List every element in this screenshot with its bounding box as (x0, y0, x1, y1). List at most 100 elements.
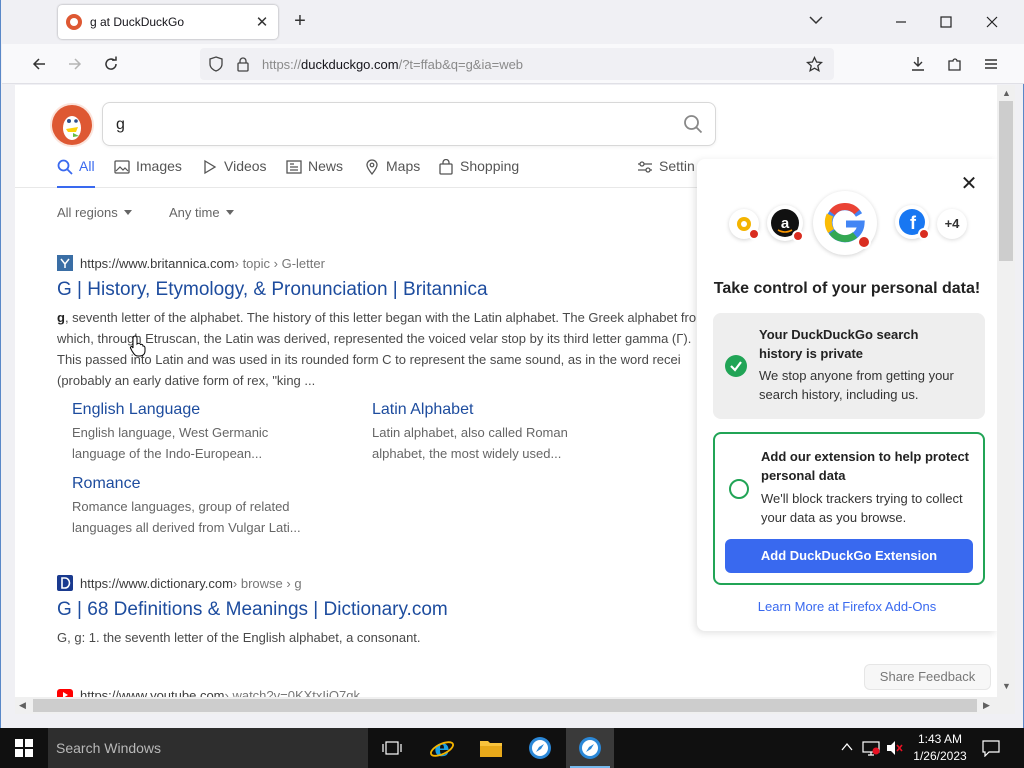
result-snippet: G, g: 1. the seventh letter of the Engli… (57, 630, 421, 645)
system-clock[interactable]: 1:43 AM 1/26/2023 (908, 731, 972, 765)
network-icon[interactable] (862, 740, 880, 756)
sublink: English Language English language, West … (72, 401, 322, 464)
search-box[interactable]: g (102, 102, 716, 146)
result-title-link[interactable]: G | History, Etymology, & Pronunciation … (57, 279, 707, 301)
chevron-up-icon[interactable] (840, 740, 854, 754)
firefox-app[interactable] (566, 728, 614, 768)
time-filter[interactable]: Any time (169, 205, 234, 220)
amazon-icon: a (767, 205, 804, 242)
task-view-button[interactable] (368, 728, 416, 768)
share-feedback-button[interactable]: Share Feedback (864, 664, 991, 690)
window-close-button[interactable] (978, 8, 1006, 36)
duckduckgo-logo[interactable] (52, 105, 92, 145)
result-path: › browse › g (232, 575, 302, 591)
search-input[interactable]: g (116, 116, 125, 134)
downloads-button[interactable] (907, 53, 929, 75)
tab-close-button[interactable]: ✕ (254, 13, 270, 31)
notifications-icon[interactable] (982, 739, 1000, 757)
back-arrow-icon (32, 58, 45, 70)
result-snippet: g, seventh letter of the alphabet. The h… (57, 307, 707, 391)
url-text[interactable]: https://duckduckgo.com/?t=ffab&q=g&ia=we… (262, 57, 523, 72)
new-tab-button[interactable]: + (289, 10, 311, 32)
sublink: Latin Alphabet Latin alphabet, also call… (372, 401, 622, 464)
tab-strip: g at DuckDuckGo ✕ + (1, 0, 1024, 44)
tab-shopping[interactable]: Shopping (438, 158, 519, 188)
vertical-scrollbar[interactable]: ▲ ▼ (997, 85, 1015, 697)
result-url: https://www.britannica.com (80, 255, 235, 271)
back-button[interactable] (28, 53, 50, 75)
search-result: https://www.britannica.com › topic › G-l… (57, 255, 707, 391)
tab-videos[interactable]: Videos (202, 158, 267, 188)
result-source[interactable]: https://www.youtube.com › watch?v=0KXtxI… (57, 687, 707, 697)
lock-icon[interactable] (236, 56, 250, 72)
scroll-left-icon[interactable]: ◀ (19, 700, 26, 711)
hamburger-menu-icon (985, 59, 997, 69)
search-result: https://www.dictionary.com › browse › g … (57, 575, 707, 648)
region-filter[interactable]: All regions (57, 205, 132, 220)
result-title-link[interactable]: G | 68 Definitions & Meanings | Dictiona… (57, 599, 707, 621)
sublink-title[interactable]: Latin Alphabet (372, 401, 622, 419)
file-explorer-app[interactable] (467, 728, 515, 768)
start-button[interactable] (0, 728, 48, 768)
add-extension-card: Add our extension to help protect person… (713, 432, 985, 585)
address-bar[interactable]: https://duckduckgo.com/?t=ffab&q=g&ia=we… (200, 48, 834, 80)
download-icon (912, 57, 924, 71)
result-source[interactable]: https://www.dictionary.com › browse › g (57, 575, 707, 591)
tab-images-label: Images (136, 158, 182, 174)
britannica-favicon-icon (57, 255, 73, 271)
tab-images[interactable]: Images (114, 158, 182, 188)
blocked-badge-icon (748, 228, 760, 240)
card-body: We'll block trackers trying to collect y… (761, 491, 963, 525)
speaker-muted-icon[interactable] (886, 740, 904, 756)
chevron-down-icon (123, 210, 132, 215)
sublink-title[interactable]: English Language (72, 401, 322, 419)
time-filter-label: Any time (169, 205, 220, 220)
compass-icon (529, 737, 551, 759)
sublink-desc: English language, West Germanic language… (72, 425, 269, 461)
youtube-favicon-icon (57, 689, 73, 697)
browser-tab[interactable]: g at DuckDuckGo ✕ (58, 5, 278, 39)
result-source[interactable]: https://www.britannica.com › topic › G-l… (57, 255, 707, 271)
browser-app[interactable] (516, 728, 564, 768)
tab-news[interactable]: News (286, 158, 343, 188)
popup-close-button[interactable]: ✕ (959, 171, 979, 196)
settings-button[interactable]: Settin (637, 158, 695, 188)
app-menu-button[interactable] (980, 53, 1002, 75)
horizontal-scroll-thumb[interactable] (33, 699, 977, 712)
learn-more-link[interactable]: Learn More at Firefox Add-Ons (697, 599, 997, 614)
add-extension-button[interactable]: Add DuckDuckGo Extension (725, 539, 973, 573)
scroll-right-icon[interactable]: ▶ (983, 700, 990, 711)
shield-icon[interactable] (208, 56, 224, 72)
taskbar-search-box[interactable]: Search Windows (48, 728, 368, 768)
sublink-title[interactable]: Romance (72, 475, 322, 493)
tab-maps[interactable]: Maps (364, 158, 420, 188)
compass-icon (579, 737, 601, 759)
play-icon (204, 159, 217, 175)
scrollbar-corner (997, 697, 1015, 714)
tab-videos-label: Videos (224, 158, 267, 174)
minimize-button[interactable] (887, 8, 915, 36)
windows-taskbar: Search Windows e 1:43 AM 1/26/2023 (0, 728, 1024, 768)
vertical-scroll-thumb[interactable] (999, 101, 1013, 261)
card-title: Add our extension to help protect person… (761, 449, 970, 483)
horizontal-scrollbar[interactable]: ◀ ▶ (15, 697, 997, 714)
scroll-up-icon[interactable]: ▲ (1002, 88, 1011, 98)
tab-news-label: News (308, 158, 344, 174)
result-url: https://www.youtube.com (80, 687, 225, 698)
tracker-brand-yellow-icon (729, 209, 760, 240)
tab-all[interactable]: All (57, 158, 95, 188)
extensions-button[interactable] (944, 53, 966, 75)
reload-button[interactable] (100, 53, 122, 75)
list-all-tabs-icon[interactable] (807, 11, 825, 29)
forward-button[interactable] (64, 53, 86, 75)
maximize-button[interactable] (932, 8, 960, 36)
settings-label: Settin (659, 158, 695, 174)
bookmark-star-icon[interactable] (806, 56, 823, 73)
scroll-down-icon[interactable]: ▼ (1002, 681, 1011, 691)
search-type-tabs: All Images Videos News Maps Shopping Set… (15, 158, 697, 188)
task-view-icon (382, 741, 402, 755)
search-icon[interactable] (683, 114, 703, 134)
sublink-desc: Romance languages, group of related lang… (72, 499, 301, 535)
internet-explorer-app[interactable]: e (418, 728, 466, 768)
internet-explorer-icon: e (430, 735, 454, 761)
